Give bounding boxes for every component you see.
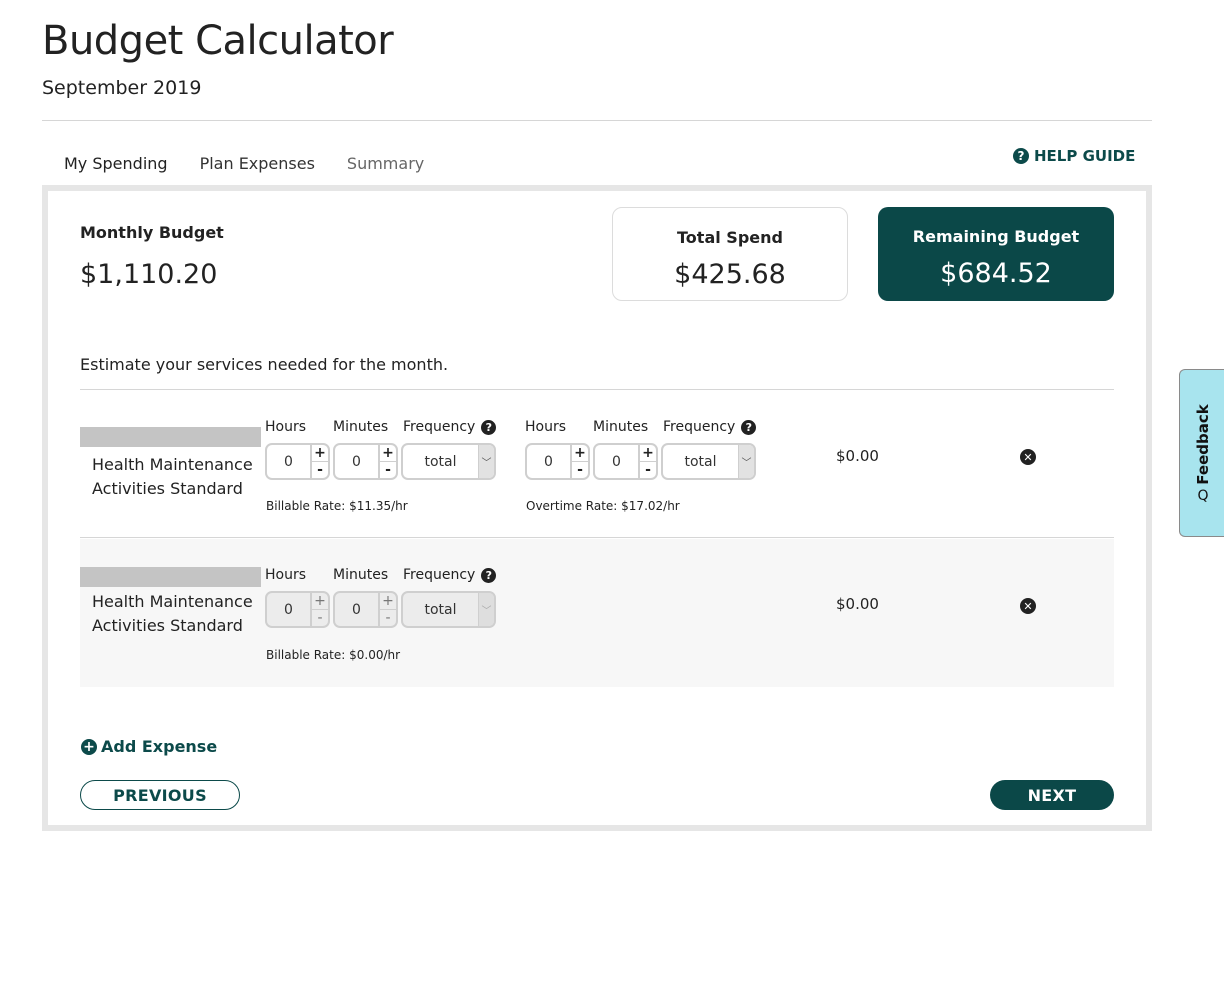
help-guide-label: HELP GUIDE [1034, 147, 1136, 165]
frequency-label: Frequency [403, 567, 476, 583]
overtime-minutes-stepper: 0 + - [593, 443, 658, 480]
monthly-budget-label: Monthly Budget [80, 223, 224, 242]
chevron-down-icon: ﹀ [478, 445, 494, 478]
page-subtitle-month: September 2019 [42, 77, 202, 99]
expense-row: Health Maintenance Activities Standard H… [80, 390, 1114, 538]
service-name: Health Maintenance Activities Standard [92, 592, 253, 635]
frequency-label: Frequency [403, 419, 476, 435]
overtime-minutes-decrement-button[interactable]: - [640, 462, 656, 478]
hours-input[interactable]: 0 [267, 593, 310, 626]
minutes-stepper: 0 + - [333, 591, 398, 628]
minutes-stepper: 0 + - [333, 443, 398, 480]
expense-row: Health Maintenance Activities Standard H… [80, 539, 1114, 687]
chat-bubble-icon: Q [1196, 488, 1209, 505]
minutes-decrement-button[interactable]: - [380, 462, 396, 478]
monthly-budget-value: $1,110.20 [80, 259, 218, 290]
help-guide-link[interactable]: ? HELP GUIDE [1013, 147, 1135, 165]
intro-text: Estimate your services needed for the mo… [80, 355, 449, 374]
expense-amount: $0.00 [836, 447, 879, 465]
regular-hours-group: Hours Minutes Frequency? 0 + - 0 + - tot… [265, 417, 497, 480]
billable-rate: Billable Rate: $11.35/hr [266, 499, 408, 513]
overtime-hours-input[interactable]: 0 [527, 445, 570, 478]
hours-increment-button[interactable]: + [312, 593, 328, 610]
minutes-label: Minutes [333, 567, 389, 583]
remaining-budget-label: Remaining Budget [912, 227, 1080, 246]
expense-amount: $0.00 [836, 595, 879, 613]
plan-expenses-panel: Monthly Budget $1,110.20 Total Spend $42… [42, 185, 1152, 831]
hours-increment-button[interactable]: + [312, 445, 328, 462]
add-expense-button[interactable]: + Add Expense [81, 737, 217, 756]
billable-rate: Billable Rate: $0.00/hr [266, 648, 401, 662]
previous-button[interactable]: PREVIOUS [80, 780, 240, 810]
hours-input[interactable]: 0 [267, 445, 310, 478]
hours-label: Hours [265, 567, 307, 583]
chevron-down-icon: ﹀ [478, 593, 494, 626]
minutes-increment-button[interactable]: + [380, 445, 396, 462]
minutes-label: Minutes [593, 419, 649, 435]
question-circle-icon[interactable]: ? [481, 567, 497, 583]
question-circle-icon: ? [1013, 148, 1029, 164]
frequency-select[interactable]: total ﹀ [401, 443, 496, 480]
page-title: Budget Calculator [42, 18, 394, 64]
overtime-hours-increment-button[interactable]: + [572, 445, 588, 462]
chevron-down-icon: ﹀ [738, 445, 754, 478]
regular-hours-group: Hours Minutes Frequency? 0 + - 0 + - tot… [265, 565, 497, 628]
frequency-value: total [424, 453, 457, 470]
hours-decrement-button[interactable]: - [312, 462, 328, 478]
overtime-frequency-select[interactable]: total ﹀ [661, 443, 756, 480]
remove-expense-icon[interactable]: ✕ [1020, 598, 1036, 614]
question-circle-icon[interactable]: ? [481, 419, 497, 435]
service-color-bar [80, 567, 261, 587]
remaining-budget-value: $684.52 [940, 258, 1052, 289]
frequency-select[interactable]: total ﹀ [401, 591, 496, 628]
feedback-tab[interactable]: Q Feedback [1179, 369, 1224, 537]
overtime-hours-stepper: 0 + - [525, 443, 590, 480]
question-circle-icon[interactable]: ? [741, 419, 757, 435]
hours-decrement-button[interactable]: - [312, 610, 328, 626]
hours-label: Hours [265, 419, 307, 435]
overtime-hours-group: Hours Minutes Frequency? 0 + - 0 + - tot… [525, 417, 757, 480]
next-button[interactable]: NEXT [990, 780, 1114, 810]
remove-expense-icon[interactable]: ✕ [1020, 449, 1036, 465]
service-color-bar [80, 427, 261, 447]
minutes-increment-button[interactable]: + [380, 593, 396, 610]
minutes-input[interactable]: 0 [335, 445, 378, 478]
frequency-label: Frequency [663, 419, 736, 435]
remaining-budget-card: Remaining Budget $684.52 [878, 207, 1114, 301]
add-expense-label: Add Expense [101, 737, 218, 756]
hours-label: Hours [525, 419, 567, 435]
service-name: Health Maintenance Activities Standard [92, 455, 253, 498]
overtime-minutes-increment-button[interactable]: + [640, 445, 656, 462]
plus-circle-icon: + [81, 738, 97, 755]
hours-stepper: 0 + - [265, 591, 330, 628]
overtime-minutes-input[interactable]: 0 [595, 445, 638, 478]
minutes-input[interactable]: 0 [335, 593, 378, 626]
frequency-value: total [684, 453, 717, 470]
header-divider [42, 120, 1152, 121]
overtime-rate: Overtime Rate: $17.02/hr [526, 499, 680, 513]
minutes-label: Minutes [333, 419, 389, 435]
total-spend-value: $425.68 [674, 259, 786, 290]
total-spend-card: Total Spend $425.68 [612, 207, 848, 301]
frequency-value: total [424, 601, 457, 618]
feedback-label: Feedback [1193, 404, 1212, 485]
hours-stepper: 0 + - [265, 443, 330, 480]
minutes-decrement-button[interactable]: - [380, 610, 396, 626]
total-spend-label: Total Spend [677, 228, 783, 247]
overtime-hours-decrement-button[interactable]: - [572, 462, 588, 478]
